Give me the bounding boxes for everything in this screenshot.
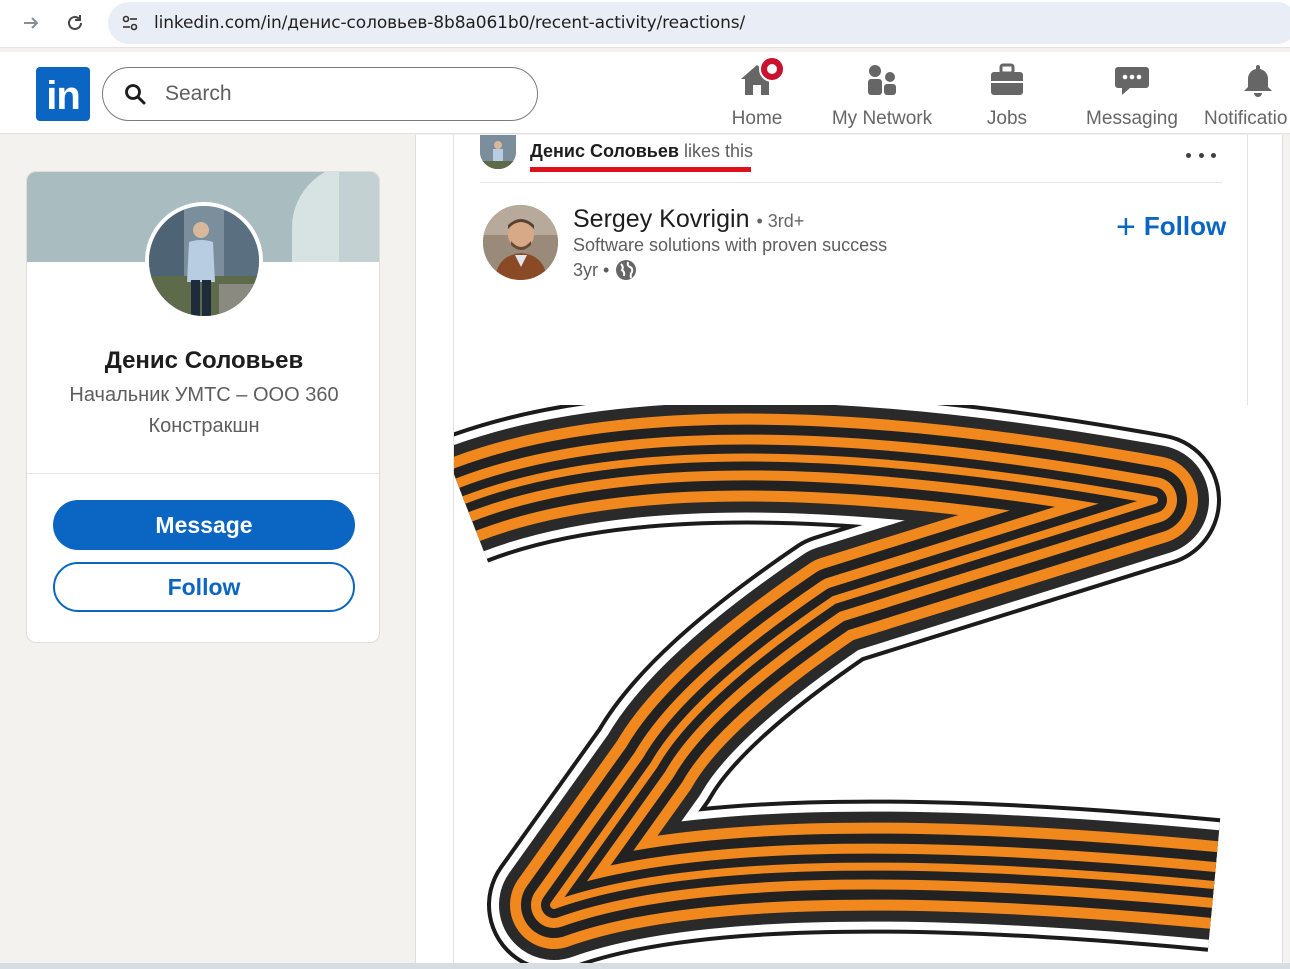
nav-my-network[interactable]: My Network xyxy=(826,60,938,130)
browser-toolbar: linkedin.com/in/денис-соловьев-8b8a061b0… xyxy=(0,0,1290,48)
forward-icon[interactable] xyxy=(18,10,44,36)
post-image[interactable] xyxy=(454,405,1248,969)
profile-avatar[interactable] xyxy=(145,202,263,320)
profile-card: Денис Соловьев Начальник УМТС – ООО 360 … xyxy=(26,171,380,643)
people-icon xyxy=(862,60,902,100)
divider xyxy=(27,473,379,474)
bottom-strip xyxy=(0,963,1290,969)
home-icon xyxy=(737,56,785,100)
url-text: linkedin.com/in/денис-соловьев-8b8a061b0… xyxy=(154,13,746,33)
globe-icon xyxy=(616,260,637,280)
feed-column: Денис Соловьев likes this Sergey Kovrigi… xyxy=(415,135,1283,969)
nav-jobs[interactable]: Jobs xyxy=(972,60,1042,130)
search-icon xyxy=(125,84,146,105)
highlight-underline xyxy=(530,167,751,172)
post-timestamp: 3yr • xyxy=(573,259,637,281)
author-headline: Software solutions with proven success xyxy=(573,235,888,255)
nav-messaging-label: Messaging xyxy=(1086,108,1178,129)
search-input[interactable] xyxy=(165,82,495,106)
author-name-link[interactable]: Sergey Kovrigin xyxy=(573,205,749,233)
search-box[interactable] xyxy=(102,67,538,121)
nav-home-label: Home xyxy=(731,108,783,129)
reload-icon[interactable] xyxy=(62,10,88,36)
nav-notifications-label: Notificatio xyxy=(1204,108,1288,129)
briefcase-icon xyxy=(987,60,1027,100)
post-time: 3yr • xyxy=(573,259,610,280)
follow-button[interactable]: Follow xyxy=(53,562,355,612)
activity-header: Денис Соловьев likes this xyxy=(480,135,1222,183)
nav-home[interactable]: Home xyxy=(722,56,792,130)
post-follow-label: Follow xyxy=(1143,211,1227,241)
plus-icon: + xyxy=(1116,207,1136,246)
linkedin-header: in Home My Network Jobs Messaging Notifi… xyxy=(0,52,1290,134)
notification-badge xyxy=(759,56,785,82)
post-follow-button[interactable]: + Follow xyxy=(1116,207,1227,246)
profile-name: Денис Соловьев xyxy=(104,347,304,374)
author-avatar[interactable] xyxy=(483,205,558,280)
profile-headline: Начальник УМТС – ООО 360 Констракшн xyxy=(69,384,339,437)
chat-icon xyxy=(1112,60,1152,100)
nav-notifications[interactable]: Notificatio xyxy=(1204,60,1290,130)
site-settings-icon[interactable] xyxy=(116,9,144,37)
nav-my-network-label: My Network xyxy=(831,108,933,129)
nav-messaging[interactable]: Messaging xyxy=(1082,60,1182,130)
actor-avatar[interactable] xyxy=(480,135,516,169)
linkedin-logo[interactable]: in xyxy=(36,67,90,121)
message-button[interactable]: Message xyxy=(53,500,355,550)
author-name: Sergey Kovrigin • 3rd+ xyxy=(573,205,804,234)
address-bar[interactable]: linkedin.com/in/денис-соловьев-8b8a061b0… xyxy=(108,2,1290,44)
activity-action: likes this xyxy=(683,141,753,161)
nav-jobs-label: Jobs xyxy=(986,108,1028,129)
actor-name[interactable]: Денис Соловьев xyxy=(530,141,679,161)
bell-icon xyxy=(1238,60,1278,100)
more-options-icon[interactable] xyxy=(1186,145,1216,165)
connection-degree: • 3rd+ xyxy=(756,211,805,231)
